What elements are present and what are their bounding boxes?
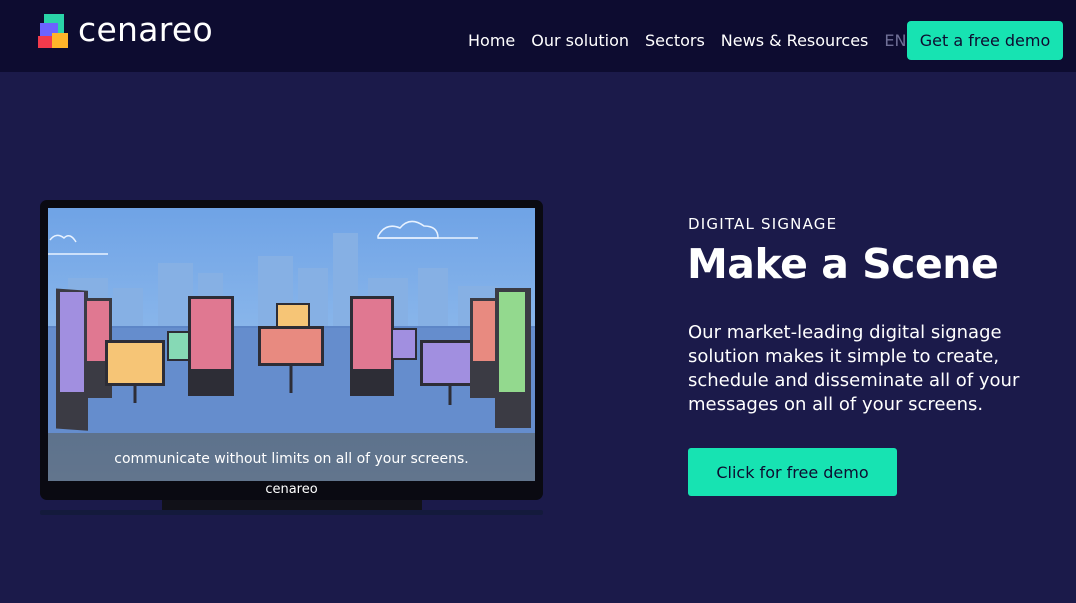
navbar: cenareo Home Our solution Sectors News &…	[0, 0, 1076, 72]
brand-logo[interactable]: cenareo	[38, 9, 214, 49]
video-subtitle-bar: communicate without limits on all of you…	[48, 433, 535, 481]
hero-eyebrow: DIGITAL SIGNAGE	[688, 215, 838, 233]
language-switcher[interactable]: EN	[884, 31, 906, 50]
nav-home[interactable]: Home	[468, 31, 515, 50]
brand-name: cenareo	[78, 9, 214, 49]
hero-title: Make a Scene	[687, 240, 999, 288]
nav-sectors[interactable]: Sectors	[645, 31, 705, 50]
device-stand	[162, 500, 422, 510]
free-demo-button[interactable]: Click for free demo	[688, 448, 897, 496]
device-base	[40, 510, 543, 515]
get-demo-button[interactable]: Get a free demo	[907, 21, 1063, 60]
main-nav: Home Our solution Sectors News & Resourc…	[468, 31, 906, 50]
nav-news-resources[interactable]: News & Resources	[721, 31, 869, 50]
video-player[interactable]: communicate without limits on all of you…	[48, 208, 535, 481]
nav-our-solution[interactable]: Our solution	[531, 31, 629, 50]
video-subtitle-text: communicate without limits on all of you…	[114, 451, 469, 467]
hero-description: Our market-leading digital signage solut…	[688, 322, 1020, 415]
device-brand-label: cenareo	[265, 482, 318, 497]
cenareo-logo-icon	[38, 14, 68, 48]
